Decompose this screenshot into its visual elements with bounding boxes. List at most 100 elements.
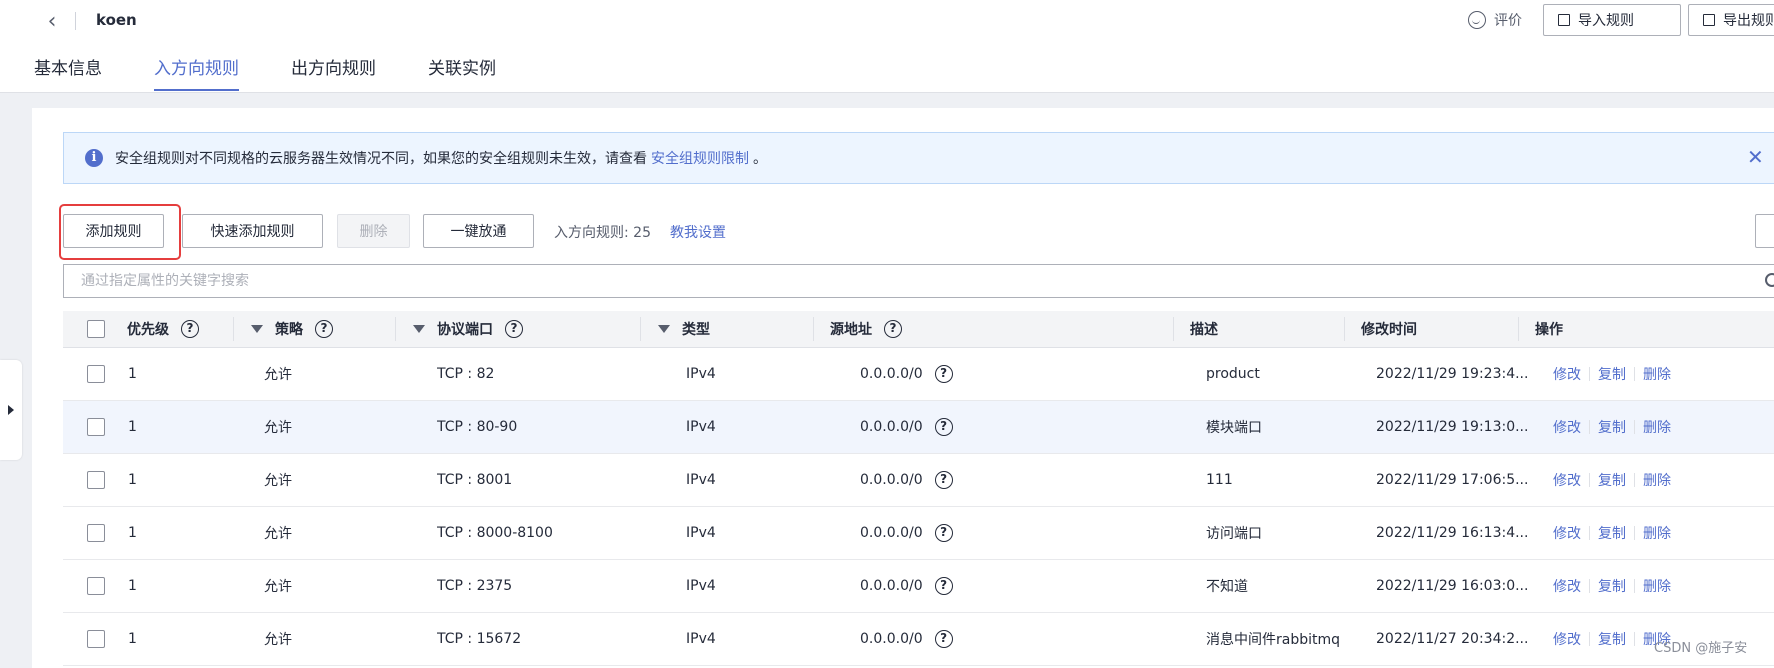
toolbar: 添加规则 快速添加规则 删除 一键放通 入方向规则: 25 教我设置	[63, 214, 1774, 248]
cell-source: 0.0.0.0/0	[860, 578, 923, 594]
delete-button[interactable]: 删除	[337, 214, 410, 248]
cell-type: IPv4	[686, 525, 716, 541]
source-help-icon[interactable]: ?	[934, 418, 953, 436]
refresh-button[interactable]	[1755, 214, 1774, 248]
import-icon	[1558, 14, 1570, 26]
cell-operations: 修改 复制 删除	[1553, 507, 1671, 559]
cell-policy: 允许	[264, 420, 292, 436]
table-header: 优先级 ? 策略 ? 协议端口 ? 类型 源地址 ? 描述 修改时间 操作	[63, 311, 1774, 348]
cell-operations: 修改 复制 删除	[1553, 401, 1671, 453]
edit-link[interactable]: 修改	[1553, 576, 1581, 596]
source-help-icon[interactable]: ?	[934, 471, 953, 489]
one-click-allow-button[interactable]: 一键放通	[423, 214, 534, 248]
rule-count: 入方向规则: 25	[554, 225, 651, 241]
row-checkbox[interactable]	[87, 418, 105, 436]
cell-protocol: TCP : 8001	[437, 472, 513, 488]
column-divider	[813, 317, 814, 341]
copy-link[interactable]: 复制	[1598, 629, 1626, 649]
info-alert: i 安全组规则对不同规格的云服务器生效情况不同，如果您的安全组规则未生效，请查看…	[63, 132, 1774, 184]
column-divider	[1344, 317, 1345, 341]
row-checkbox[interactable]	[87, 471, 105, 489]
cell-policy: 允许	[264, 367, 292, 383]
edit-link[interactable]: 修改	[1553, 470, 1581, 490]
tab-inbound-rules[interactable]: 入方向规则	[154, 54, 239, 91]
sidebar-expand-toggle[interactable]	[0, 360, 22, 460]
search-icon[interactable]	[1765, 273, 1774, 287]
header-description: 描述	[1190, 322, 1218, 338]
cell-operations: 修改 复制 删除	[1553, 348, 1671, 400]
search-input[interactable]	[79, 265, 1683, 297]
cell-protocol: TCP : 8000-8100	[437, 525, 553, 541]
edit-link[interactable]: 修改	[1553, 523, 1581, 543]
source-help-icon[interactable]: ?	[934, 630, 953, 648]
table-row: 1 允许 TCP : 80-90 IPv4 0.0.0.0/0 ? 模块端口 2…	[63, 401, 1774, 454]
title-divider	[75, 12, 76, 30]
cell-priority: 1	[128, 525, 137, 541]
watermark: CSDN @施子安	[1654, 641, 1748, 656]
smiley-icon	[1468, 11, 1486, 29]
source-help-icon[interactable]: ?	[934, 577, 953, 595]
select-all-checkbox[interactable]	[87, 320, 105, 338]
copy-link[interactable]: 复制	[1598, 364, 1626, 384]
delete-link[interactable]: 删除	[1643, 576, 1671, 596]
cell-operations: 修改 复制 删除	[1553, 454, 1671, 506]
search-box	[63, 264, 1774, 298]
close-icon[interactable]: ✕	[1747, 147, 1764, 167]
type-filter-icon[interactable]	[658, 325, 670, 333]
header-source: 源地址	[830, 322, 872, 338]
edit-link[interactable]: 修改	[1553, 417, 1581, 437]
tab-associated-instances[interactable]: 关联实例	[428, 54, 496, 90]
cell-source: 0.0.0.0/0	[860, 631, 923, 647]
protocol-filter-icon[interactable]	[413, 325, 425, 333]
row-checkbox[interactable]	[87, 577, 105, 595]
cell-policy: 允许	[264, 579, 292, 595]
import-rules-label: 导入规则	[1578, 13, 1634, 29]
cell-policy: 允许	[264, 526, 292, 542]
tab-outbound-rules[interactable]: 出方向规则	[291, 54, 376, 90]
cell-type: IPv4	[686, 631, 716, 647]
cell-description: 模块端口	[1206, 420, 1262, 436]
cell-description: 访问端口	[1206, 526, 1262, 542]
import-rules-button[interactable]: 导入规则	[1543, 4, 1681, 36]
row-checkbox[interactable]	[87, 630, 105, 648]
export-rules-button[interactable]: 导出规则	[1688, 4, 1774, 36]
row-checkbox[interactable]	[87, 524, 105, 542]
tab-bar: 基本信息 入方向规则 出方向规则 关联实例	[34, 54, 548, 91]
table-row: 1 允许 TCP : 82 IPv4 0.0.0.0/0 ? product 2…	[63, 348, 1774, 401]
column-divider	[395, 317, 396, 341]
alert-limit-link[interactable]: 安全组规则限制	[651, 148, 749, 168]
copy-link[interactable]: 复制	[1598, 417, 1626, 437]
copy-link[interactable]: 复制	[1598, 576, 1626, 596]
quick-add-rule-button[interactable]: 快速添加规则	[182, 214, 323, 248]
cell-priority: 1	[128, 419, 137, 435]
source-help-icon[interactable]: ?	[884, 320, 902, 338]
column-divider	[233, 317, 234, 341]
back-chevron-left-icon[interactable]: ‹	[40, 10, 64, 34]
cell-protocol: TCP : 80-90	[437, 419, 518, 435]
rate-button[interactable]: 评价	[1468, 10, 1522, 30]
source-help-icon[interactable]: ?	[934, 365, 953, 383]
edit-link[interactable]: 修改	[1553, 364, 1581, 384]
delete-link[interactable]: 删除	[1643, 470, 1671, 490]
priority-help-icon[interactable]: ?	[181, 320, 199, 338]
edit-link[interactable]: 修改	[1553, 629, 1581, 649]
delete-link[interactable]: 删除	[1643, 364, 1671, 384]
protocol-help-icon[interactable]: ?	[505, 320, 523, 338]
delete-link[interactable]: 删除	[1643, 417, 1671, 437]
cell-type: IPv4	[686, 366, 716, 382]
header-priority: 优先级	[127, 322, 169, 338]
cell-priority: 1	[128, 472, 137, 488]
column-divider	[1518, 317, 1519, 341]
copy-link[interactable]: 复制	[1598, 470, 1626, 490]
table-row: 1 允许 TCP : 15672 IPv4 0.0.0.0/0 ? 消息中间件r…	[63, 613, 1774, 666]
policy-help-icon[interactable]: ?	[315, 320, 333, 338]
policy-filter-icon[interactable]	[251, 325, 263, 333]
tab-basic-info[interactable]: 基本信息	[34, 54, 102, 90]
add-rule-button[interactable]: 添加规则	[63, 214, 164, 248]
help-setup-link[interactable]: 教我设置	[670, 222, 726, 242]
header-policy: 策略	[275, 322, 303, 338]
delete-link[interactable]: 删除	[1643, 523, 1671, 543]
source-help-icon[interactable]: ?	[934, 524, 953, 542]
copy-link[interactable]: 复制	[1598, 523, 1626, 543]
row-checkbox[interactable]	[87, 365, 105, 383]
